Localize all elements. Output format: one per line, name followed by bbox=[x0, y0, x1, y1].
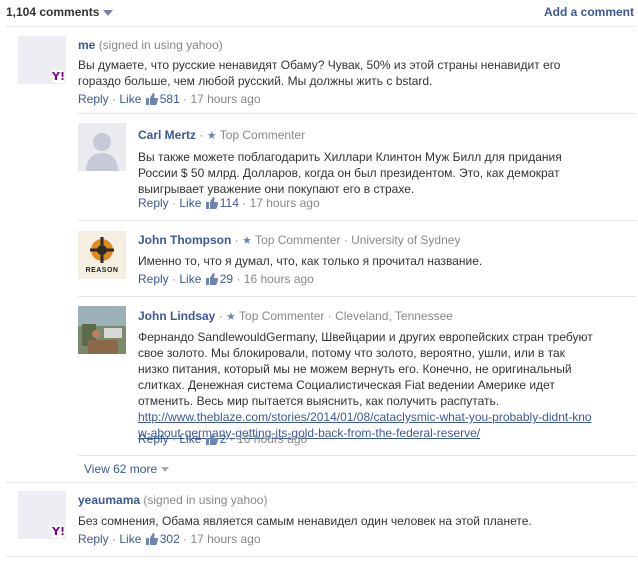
commenter-name[interactable]: yeaumama bbox=[78, 493, 140, 507]
like-count[interactable]: 2 bbox=[205, 432, 226, 446]
timestamp[interactable]: 16 hours ago bbox=[237, 432, 307, 446]
avatar[interactable] bbox=[78, 306, 126, 354]
like-link[interactable]: Like bbox=[119, 532, 141, 546]
top-commenter-badge: Top Commenter bbox=[239, 309, 325, 323]
yahoo-badge-icon: Y! bbox=[52, 70, 65, 83]
divider bbox=[6, 26, 636, 27]
commenter-name[interactable]: me bbox=[78, 38, 95, 52]
comment-text: Именно то, что я думал, что, как только … bbox=[138, 254, 483, 268]
avatar[interactable]: Y! bbox=[18, 491, 66, 539]
comment-count: 1,104 comments bbox=[6, 5, 100, 19]
thumbs-up-icon bbox=[205, 273, 218, 285]
view-more-replies[interactable]: View 62 more bbox=[84, 462, 170, 476]
like-link[interactable]: Like bbox=[179, 196, 201, 210]
star-icon: ★ bbox=[226, 311, 236, 323]
commenter-location[interactable]: University of Sydney bbox=[351, 233, 460, 247]
thumbs-up-icon bbox=[205, 197, 218, 209]
comment-text: Вы также можете поблагодарить Хиллари Кл… bbox=[138, 150, 562, 196]
divider bbox=[6, 556, 636, 557]
divider bbox=[78, 455, 636, 456]
like-count[interactable]: 114 bbox=[205, 196, 239, 210]
signed-in-note: (signed in using yahoo) bbox=[98, 38, 223, 52]
divider bbox=[6, 482, 636, 483]
comments-header: 1,104 comments Add a comment bbox=[6, 0, 636, 24]
like-count[interactable]: 302 bbox=[145, 532, 180, 546]
thumbs-up-icon bbox=[205, 433, 218, 445]
yahoo-badge-icon: Y! bbox=[52, 525, 65, 538]
commenter-name[interactable]: Carl Mertz bbox=[138, 128, 196, 142]
star-icon: ★ bbox=[242, 235, 252, 247]
comment-count-dropdown[interactable]: 1,104 comments bbox=[6, 5, 114, 19]
add-comment-link[interactable]: Add a comment bbox=[544, 5, 634, 19]
comment-body-text: Фернандо SandlewouldGermany, Швейцарии и… bbox=[138, 330, 593, 408]
comment-header: me (signed in using yahoo) bbox=[78, 38, 223, 52]
default-avatar-icon bbox=[78, 123, 126, 171]
divider bbox=[78, 113, 636, 114]
reply-link[interactable]: Reply bbox=[78, 92, 109, 106]
avatar[interactable]: REASON bbox=[78, 231, 126, 279]
avatar[interactable] bbox=[78, 123, 126, 171]
thumbs-up-icon bbox=[145, 93, 158, 105]
commenter-name[interactable]: John Thompson bbox=[138, 233, 231, 247]
like-link[interactable]: Like bbox=[179, 432, 201, 446]
comment-header: Carl Mertz · ★ Top Commenter bbox=[138, 128, 306, 142]
chevron-down-icon bbox=[161, 467, 170, 473]
avatar[interactable]: Y! bbox=[18, 36, 66, 84]
chevron-down-icon bbox=[103, 9, 114, 16]
timestamp[interactable]: 17 hours ago bbox=[190, 92, 260, 106]
top-commenter-badge: Top Commenter bbox=[219, 128, 306, 142]
comment-actions: Reply · Like 2 · 16 hours ago bbox=[138, 432, 308, 446]
commenter-name[interactable]: John Lindsay bbox=[138, 309, 215, 323]
comment-text: Вы думаете, что русские ненавидят Обаму?… bbox=[78, 58, 561, 88]
comment-actions: Reply · Like 581 · 17 hours ago bbox=[78, 92, 261, 106]
timestamp[interactable]: 16 hours ago bbox=[244, 272, 314, 286]
comment-actions: Reply · Like 114 · 17 hours ago bbox=[138, 196, 320, 210]
divider bbox=[78, 220, 636, 221]
star-icon: ★ bbox=[206, 130, 217, 142]
like-link[interactable]: Like bbox=[179, 272, 201, 286]
divider bbox=[78, 296, 636, 297]
reply-link[interactable]: Reply bbox=[138, 432, 169, 446]
top-commenter-badge: Top Commenter bbox=[255, 233, 341, 247]
reply-link[interactable]: Reply bbox=[138, 272, 169, 286]
like-count[interactable]: 581 bbox=[145, 92, 180, 106]
like-link[interactable]: Like bbox=[119, 92, 141, 106]
comment-header: John Thompson · ★ Top Commenter · Univer… bbox=[138, 233, 461, 247]
like-count[interactable]: 29 bbox=[205, 272, 233, 286]
profile-photo-icon bbox=[78, 306, 126, 354]
reply-link[interactable]: Reply bbox=[78, 532, 109, 546]
signed-in-note: (signed in using yahoo) bbox=[143, 493, 268, 507]
comment-text: Без сомнения, Обама является самым ненав… bbox=[78, 514, 532, 528]
comment-header: yeaumama (signed in using yahoo) bbox=[78, 493, 267, 507]
comment-actions: Reply · Like 302 · 17 hours ago bbox=[78, 532, 261, 546]
avatar-logo-text: REASON bbox=[85, 267, 119, 274]
commenter-location[interactable]: Cleveland, Tennessee bbox=[335, 309, 453, 323]
timestamp[interactable]: 17 hours ago bbox=[190, 532, 260, 546]
comment-text: Фернандо SandlewouldGermany, Швейцарии и… bbox=[138, 329, 598, 441]
thumbs-up-icon bbox=[145, 533, 158, 545]
comment-actions: Reply · Like 29 · 16 hours ago bbox=[138, 272, 314, 286]
comment-header: John Lindsay · ★ Top Commenter · Clevela… bbox=[138, 309, 453, 323]
timestamp[interactable]: 17 hours ago bbox=[250, 196, 320, 210]
reply-link[interactable]: Reply bbox=[138, 196, 169, 210]
